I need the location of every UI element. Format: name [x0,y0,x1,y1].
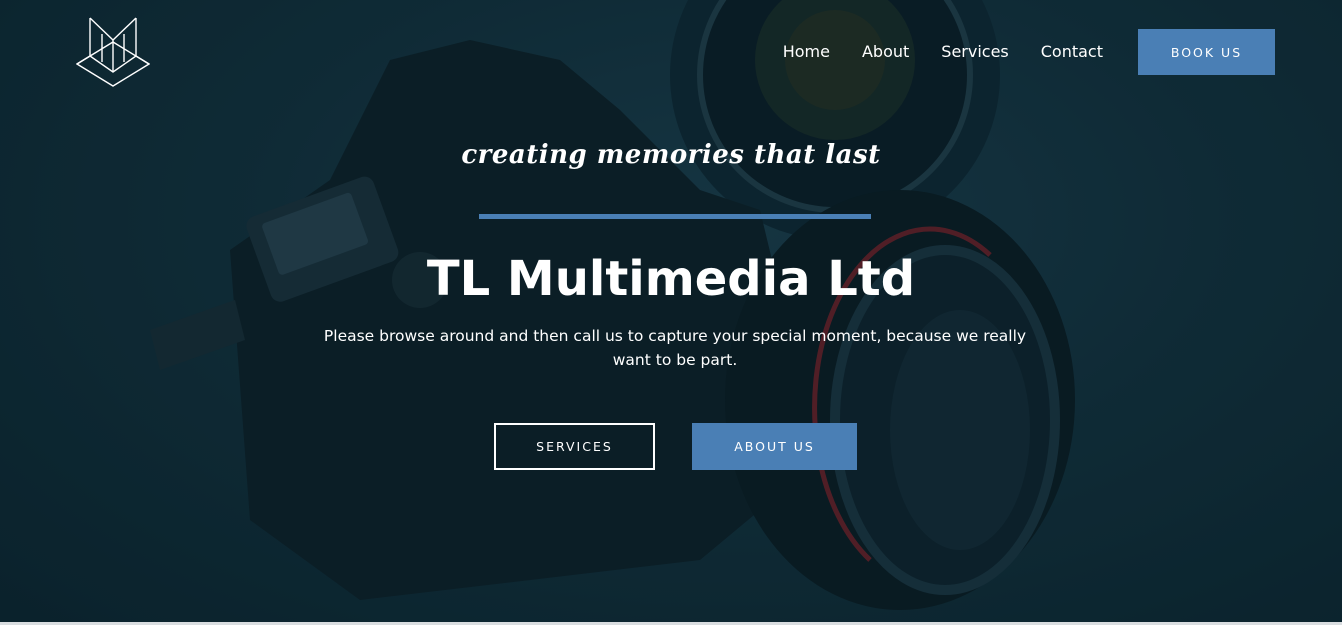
nav-home[interactable]: Home [783,29,830,75]
hero-subtitle: Please browse around and then call us to… [323,327,1027,369]
tagline-divider [479,214,871,219]
hero-title: TL Multimedia Ltd [426,251,916,307]
about-us-button[interactable]: ABOUT US [692,423,857,470]
hero-overlay [0,0,1342,625]
services-button[interactable]: SERVICES [494,423,655,470]
nav-contact[interactable]: Contact [1041,29,1103,75]
nav-about[interactable]: About [862,29,909,75]
hero-tagline: creating memories that last [461,140,881,170]
geometric-fox-logo[interactable] [76,16,150,88]
hero-section: Home About Services Contact BOOK US crea… [0,0,1342,625]
main-nav: Home About Services Contact BOOK US [783,29,1275,75]
nav-services[interactable]: Services [941,29,1008,75]
book-us-button[interactable]: BOOK US [1138,29,1275,75]
